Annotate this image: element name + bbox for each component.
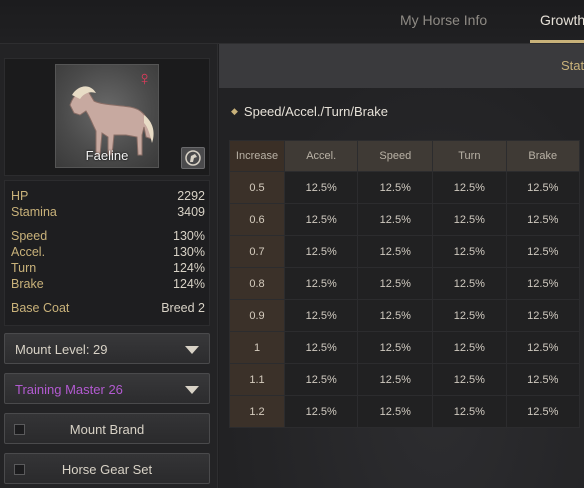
stat-accel: Accel. 130%: [11, 245, 205, 259]
header-accel: Accel.: [283, 140, 359, 172]
horse-info-panel: ♀ Faeline HP 2292 Stamina 3409 Speed 130% A…: [0, 44, 218, 488]
stat-base-coat: Base Coat Breed 2: [11, 301, 205, 315]
table-row: 0.6 12.5% 12.5% 12.5% 12.5%: [229, 203, 581, 236]
horse-portrait-frame: ♀ Faeline: [4, 58, 210, 176]
table-row: 0.5 12.5% 12.5% 12.5% 12.5%: [229, 171, 581, 204]
active-tab-indicator: [530, 40, 584, 43]
header-increase: Increase: [229, 140, 285, 172]
table-row: 1.1 12.5% 12.5% 12.5% 12.5%: [229, 363, 581, 396]
header-turn: Turn: [432, 140, 507, 172]
mount-brand-toggle[interactable]: Mount Brand: [4, 413, 210, 444]
mount-level-label: Mount Level: 29: [15, 342, 108, 357]
table-row: 1.2 12.5% 12.5% 12.5% 12.5%: [229, 395, 581, 428]
mount-brand-label: Mount Brand: [69, 422, 145, 437]
horse-gear-set-label: Horse Gear Set: [61, 462, 153, 477]
chevron-down-icon: [185, 386, 199, 394]
stat-increase-table: Increase Accel. Speed Turn Brake 0.5 12.…: [229, 140, 581, 428]
horse-stats-box: HP 2292 Stamina 3409 Speed 130% Accel. 130% …: [4, 180, 210, 326]
chevron-down-icon: [185, 346, 199, 354]
table-row: 0.9 12.5% 12.5% 12.5% 12.5%: [229, 299, 581, 332]
tab-my-horse-info[interactable]: My Horse Info: [400, 12, 487, 28]
growth-subtab-bar: Stat: [219, 44, 584, 88]
table-row: 1 12.5% 12.5% 12.5% 12.5%: [229, 331, 581, 364]
horse-gear-set-toggle[interactable]: Horse Gear Set: [4, 453, 210, 484]
stat-brake: Brake 124%: [11, 277, 205, 291]
stat-hp: HP 2292: [11, 189, 205, 203]
section-title: ◆ Speed/Accel./Turn/Brake: [231, 104, 388, 119]
subtab-stat[interactable]: Stat: [561, 58, 584, 73]
training-master-dropdown[interactable]: Training Master 26: [4, 373, 210, 404]
training-master-label: Training Master 26: [15, 382, 123, 397]
table-header-row: Increase Accel. Speed Turn Brake: [229, 140, 581, 172]
horse-action-button[interactable]: [181, 147, 205, 169]
horse-portrait: ♀ Faeline: [55, 64, 159, 168]
female-icon: ♀: [137, 68, 152, 90]
growth-panel: Stat ◆ Speed/Accel./Turn/Brake Increase A…: [219, 44, 584, 488]
diamond-icon: ◆: [231, 106, 238, 116]
stat-turn: Turn 124%: [11, 261, 205, 275]
table-row: 0.7 12.5% 12.5% 12.5% 12.5%: [229, 235, 581, 268]
header-speed: Speed: [357, 140, 434, 172]
mount-level-dropdown[interactable]: Mount Level: 29: [4, 333, 210, 364]
header-brake: Brake: [505, 140, 581, 172]
horse-name: Faeline: [85, 148, 129, 163]
stat-stamina: Stamina 3409: [11, 205, 205, 219]
horse-head-icon: [185, 150, 201, 166]
tab-growth[interactable]: Growth: [540, 12, 584, 28]
top-tab-bar: My Horse Info Growth: [0, 0, 584, 44]
table-row: 0.8 12.5% 12.5% 12.5% 12.5%: [229, 267, 581, 300]
stat-speed: Speed 130%: [11, 229, 205, 243]
